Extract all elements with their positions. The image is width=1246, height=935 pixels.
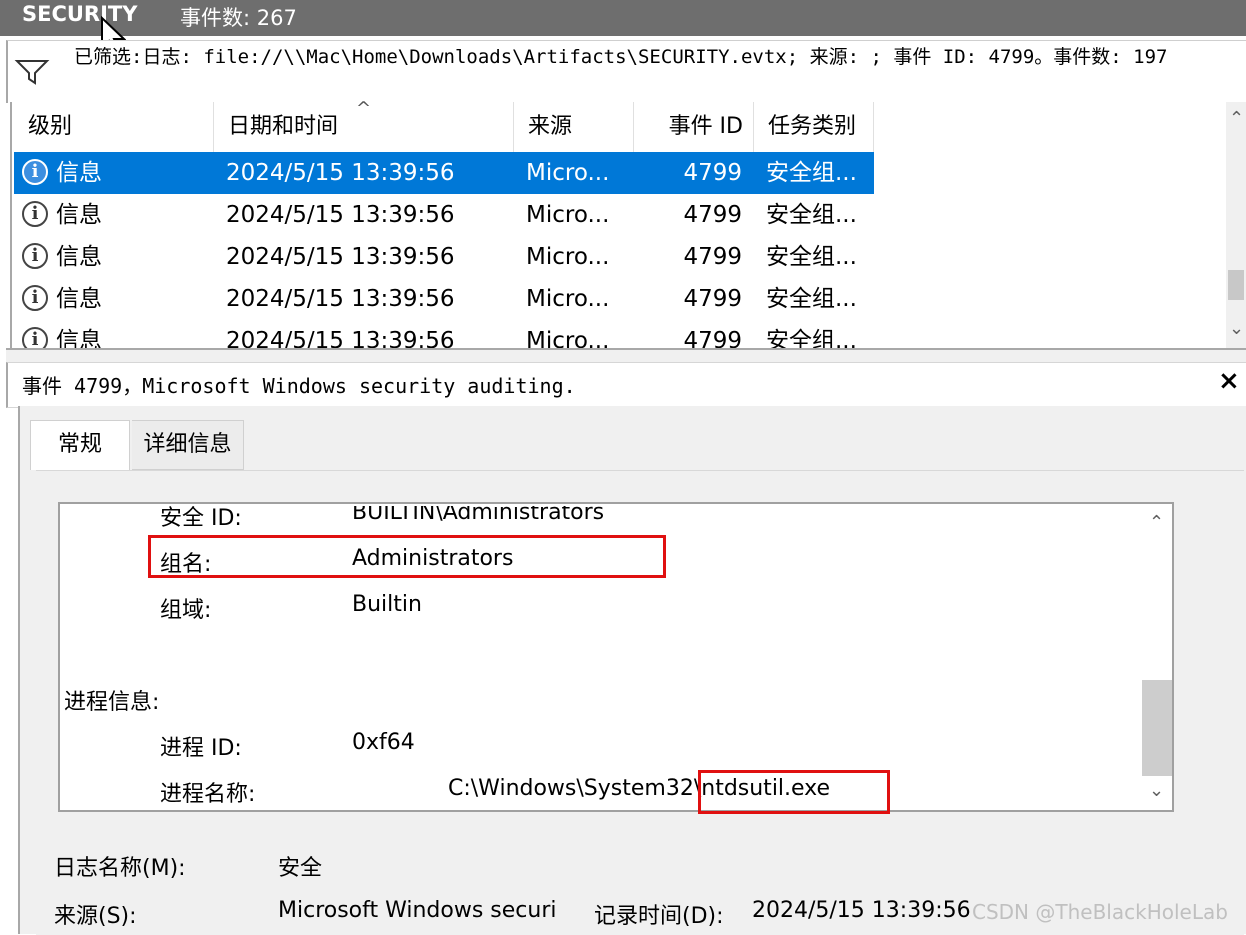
event-level: 信息	[56, 286, 102, 312]
event-datetime: 2024/5/15 13:39:56	[226, 328, 455, 348]
event-detail-title: 事件 4799，Microsoft Windows security audit…	[22, 374, 576, 398]
event-category: 安全组...	[766, 328, 857, 348]
scroll-up-icon[interactable]: ⌃	[1149, 512, 1164, 533]
process-info-heading: 进程信息:	[64, 690, 160, 715]
scroll-down-icon[interactable]: ⌄	[1229, 318, 1244, 339]
event-source: Micro...	[526, 244, 610, 270]
log-name-label: 日志名称(M):	[54, 856, 186, 881]
event-id: 4799	[683, 160, 742, 186]
highlight-group-name	[148, 535, 666, 578]
event-datetime: 2024/5/15 13:39:56	[226, 160, 455, 186]
group-domain-value: Builtin	[352, 592, 422, 617]
event-source: Micro...	[526, 160, 610, 186]
event-level: 信息	[56, 328, 102, 348]
logged-label: 记录时间(D):	[594, 904, 724, 929]
info-icon: i	[22, 201, 48, 227]
event-row[interactable]: i 信息 2024/5/15 13:39:56 Micro... 4799 安全…	[14, 152, 874, 194]
process-name-label: 进程名称:	[160, 782, 256, 807]
scroll-down-icon[interactable]: ⌄	[1149, 780, 1164, 801]
event-datetime: 2024/5/15 13:39:56	[226, 202, 455, 228]
info-icon: i	[22, 159, 48, 185]
column-event-id[interactable]: 事件 ID	[634, 102, 754, 152]
event-id: 4799	[683, 286, 742, 312]
event-datetime: 2024/5/15 13:39:56	[226, 244, 455, 270]
scroll-thumb[interactable]	[1142, 680, 1172, 776]
event-row[interactable]: i 信息 2024/5/15 13:39:56 Micro... 4799 安全…	[14, 236, 874, 278]
title-bar: SECURITY 事件数: 267	[0, 0, 1246, 36]
info-icon: i	[22, 243, 48, 269]
log-name-value: 安全	[278, 856, 323, 881]
event-level: 信息	[56, 244, 102, 270]
watermark: CSDN @TheBlackHoleLab	[972, 900, 1228, 924]
event-source: Micro...	[526, 328, 610, 348]
close-icon[interactable]: ×	[1218, 366, 1240, 396]
source-value: Microsoft Windows securi	[278, 898, 557, 923]
tab-details[interactable]: 详细信息	[132, 420, 244, 470]
tab-general[interactable]: 常规	[30, 420, 130, 470]
security-id-value: BUILTIN\Administrators	[352, 506, 605, 525]
event-category: 安全组...	[766, 286, 857, 312]
logged-value: 2024/5/15 13:39:56	[752, 898, 971, 923]
sort-ascending-icon: ^	[356, 98, 372, 119]
event-row[interactable]: i 信息 2024/5/15 13:39:56 Micro... 4799 安全…	[14, 278, 874, 320]
event-count: 事件数: 267	[180, 6, 297, 30]
column-level[interactable]: 级别	[14, 102, 214, 152]
event-level: 信息	[56, 160, 102, 186]
filter-description: 已筛选:日志: file://\\Mac\Home\Downloads\Arti…	[74, 46, 1168, 68]
event-category: 安全组...	[766, 160, 857, 186]
event-id: 4799	[683, 244, 742, 270]
event-level: 信息	[56, 202, 102, 228]
filter-icon	[14, 58, 50, 90]
event-source: Micro...	[526, 202, 610, 228]
event-list-scrollbar[interactable]: ⌃ ⌄	[1226, 102, 1246, 348]
info-icon: i	[22, 327, 48, 348]
source-label: 来源(S):	[54, 904, 137, 929]
info-icon: i	[22, 285, 48, 311]
event-source: Micro...	[526, 286, 610, 312]
security-id-label: 安全 ID:	[160, 506, 242, 531]
column-source[interactable]: 来源	[514, 102, 634, 152]
process-id-value: 0xf64	[352, 730, 415, 755]
event-category: 安全组...	[766, 244, 857, 270]
highlight-process-name	[698, 770, 890, 814]
event-row[interactable]: i 信息 2024/5/15 13:39:56 Micro... 4799 安全…	[14, 194, 874, 236]
event-id: 4799	[683, 202, 742, 228]
group-domain-label: 组域:	[160, 598, 212, 623]
event-row-clip: i 信息 2024/5/15 13:39:56 Micro... 4799 安全…	[14, 320, 874, 348]
event-row[interactable]: i 信息 2024/5/15 13:39:56 Micro... 4799 安全…	[14, 320, 874, 348]
event-datetime: 2024/5/15 13:39:56	[226, 286, 455, 312]
scroll-up-icon[interactable]: ⌃	[1229, 108, 1244, 129]
scroll-thumb[interactable]	[1228, 270, 1244, 300]
event-id: 4799	[683, 328, 742, 348]
event-category: 安全组...	[766, 202, 857, 228]
process-id-label: 进程 ID:	[160, 736, 242, 761]
column-task-category[interactable]: 任务类别	[754, 102, 874, 152]
